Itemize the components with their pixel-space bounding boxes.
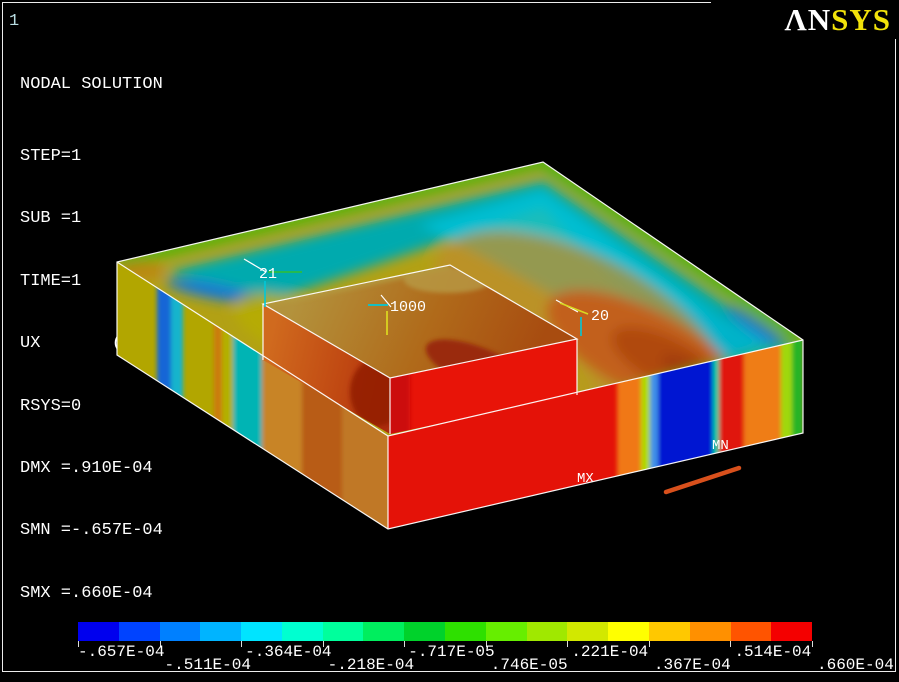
legend-segment-17 bbox=[771, 622, 813, 641]
legend-tick-4 bbox=[404, 641, 406, 647]
legend-value-row1-0: -.657E-04 bbox=[78, 643, 165, 661]
legend-segment-15 bbox=[689, 622, 731, 641]
legend-tick-2 bbox=[241, 641, 243, 647]
node-label-20: 20 bbox=[591, 308, 609, 325]
legend-segment-6 bbox=[322, 622, 364, 641]
legend-value-row2-3: .367E-04 bbox=[653, 656, 731, 674]
legend-segment-9 bbox=[445, 622, 486, 641]
legend-segment-3 bbox=[200, 622, 242, 641]
legend-segment-16 bbox=[730, 622, 772, 641]
contour-legend: -.657E-04 -.364E-04 -.717E-05 .221E-04 .514E… bbox=[78, 622, 894, 674]
legend-value-row2-0: -.511E-04 bbox=[164, 656, 251, 674]
legend-value-row1-4: .514E-04 bbox=[734, 643, 812, 661]
legend-value-row2-4: .660E-04 bbox=[817, 656, 894, 674]
legend-segment-4 bbox=[241, 622, 282, 641]
legend-segment-12 bbox=[567, 622, 609, 641]
legend-color-bar bbox=[78, 622, 813, 641]
legend-segment-10 bbox=[485, 622, 527, 641]
legend-segment-2 bbox=[159, 622, 201, 641]
floating-element-edge bbox=[663, 465, 742, 495]
legend-segment-11 bbox=[526, 622, 568, 641]
legend-tick-7 bbox=[648, 641, 650, 647]
legend-tick-6 bbox=[567, 641, 569, 647]
min-displacement-marker: MN bbox=[712, 438, 729, 454]
legend-value-row1-2: -.717E-05 bbox=[408, 643, 495, 661]
legend-value-row1-3: .221E-04 bbox=[571, 643, 649, 661]
node-label-21: 21 bbox=[259, 266, 277, 283]
legend-segment-1 bbox=[118, 622, 160, 641]
legend-tick-9 bbox=[812, 641, 813, 647]
legend-tick-8 bbox=[730, 641, 732, 647]
model-viewport[interactable]: 21 1000 20 MX MN bbox=[0, 0, 899, 682]
legend-segment-13 bbox=[608, 622, 649, 641]
legend-segment-0 bbox=[78, 622, 119, 641]
ansys-graphics-window: 1 NODAL SOLUTION STEP=1 SUB =1 TIME=1 UX… bbox=[0, 0, 899, 682]
max-displacement-marker: MX bbox=[577, 471, 594, 487]
node-label-1000: 1000 bbox=[390, 299, 426, 316]
legend-value-row1-1: -.364E-04 bbox=[245, 643, 332, 661]
legend-segment-14 bbox=[648, 622, 690, 641]
legend-segment-5 bbox=[281, 622, 323, 641]
legend-segment-7 bbox=[363, 622, 405, 641]
legend-value-row2-1: -.218E-04 bbox=[327, 656, 415, 674]
legend-value-row2-2: .746E-05 bbox=[490, 656, 568, 674]
legend-segment-8 bbox=[404, 622, 446, 641]
